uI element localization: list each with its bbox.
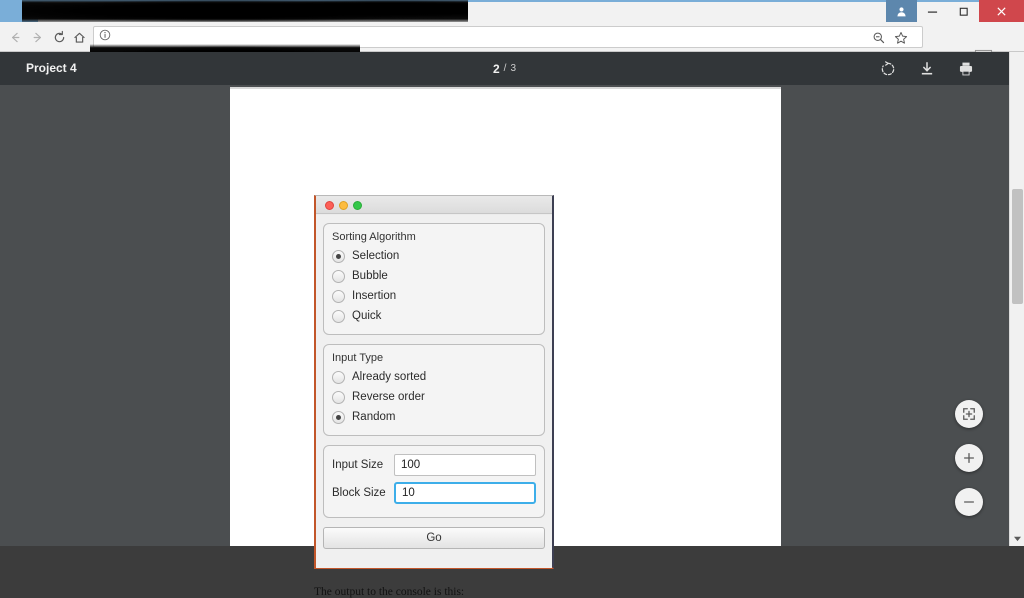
radio-label: Reverse order (352, 391, 425, 403)
radio-dot-icon (332, 390, 345, 404)
fit-to-page-icon[interactable] (955, 400, 983, 428)
forward-arrow-icon[interactable] (28, 28, 46, 46)
radio-option-insertion[interactable]: Insertion (332, 286, 536, 306)
radio-option-bubble[interactable]: Bubble (332, 266, 536, 286)
zoom-out-button[interactable] (955, 488, 983, 516)
pdf-page-separator: / (503, 63, 507, 74)
pdf-page: Sorting Algorithm Selection Bubble Inser… (230, 87, 781, 598)
radio-dot-icon (332, 309, 345, 323)
minimize-traffic-light[interactable] (339, 201, 348, 210)
sorting-algorithm-label: Sorting Algorithm (332, 231, 416, 243)
pdf-zoom-controls (955, 400, 983, 516)
star-icon[interactable] (894, 31, 908, 50)
input-size-field[interactable]: 100 (394, 454, 536, 476)
radio-option-quick[interactable]: Quick (332, 306, 536, 326)
maximize-button[interactable] (948, 0, 979, 22)
input-type-group: Input Type Already sorted Reverse order … (323, 344, 545, 436)
input-type-label: Input Type (332, 352, 384, 364)
radio-dot-icon (332, 289, 345, 303)
window-controls (886, 0, 1024, 22)
radio-label: Insertion (352, 290, 397, 302)
radio-dot-icon (332, 249, 345, 263)
pdf-toolbar: Project 4 2 / 3 (0, 52, 1009, 85)
pdf-toolbar-actions (879, 52, 975, 85)
radio-label: Selection (352, 250, 400, 262)
close-traffic-light[interactable] (325, 201, 334, 210)
browser-tab-title (66, 4, 396, 19)
block-size-row: Block Size 10 (332, 481, 536, 505)
rotate-icon[interactable] (879, 60, 897, 78)
pdf-body-text: The output to the console is this: (314, 586, 465, 598)
block-size-field[interactable]: 10 (394, 482, 536, 504)
pdf-page-current: 2 (492, 61, 500, 76)
browser-toolbar (0, 22, 1024, 68)
browser-window: ★ Project 4 2 / 3 Sorting Algorithm Sele… (0, 0, 1024, 598)
address-bar[interactable] (93, 26, 923, 48)
block-size-label: Block Size (332, 487, 386, 499)
radio-label: Random (352, 411, 396, 423)
radio-option-random[interactable]: Random (332, 407, 536, 427)
radio-dot-icon (332, 269, 345, 283)
input-size-row: Input Size 100 (332, 453, 536, 477)
zoom-out-icon[interactable] (872, 31, 886, 50)
radio-option-selection[interactable]: Selection (332, 246, 536, 266)
radio-option-already-sorted[interactable]: Already sorted (332, 367, 536, 387)
bookmark-icon: ★ (48, 5, 59, 19)
size-fields-group: Input Size 100 Block Size 10 (323, 445, 545, 518)
radio-dot-icon (332, 410, 345, 424)
app-body: Sorting Algorithm Selection Bubble Inser… (316, 215, 552, 568)
pdf-page-total: 3 (510, 63, 517, 74)
maximize-traffic-light[interactable] (353, 201, 362, 210)
radio-label: Bubble (352, 270, 388, 282)
radio-label: Already sorted (352, 371, 427, 383)
browser-tab-strip: ★ (0, 0, 1024, 24)
radio-option-reverse-order[interactable]: Reverse order (332, 387, 536, 407)
page-scrollbar[interactable] (1009, 52, 1024, 546)
app-titlebar (316, 196, 552, 214)
radio-dot-icon (332, 370, 345, 384)
print-icon[interactable] (957, 60, 975, 78)
embedded-app-screenshot: Sorting Algorithm Selection Bubble Inser… (314, 195, 554, 569)
home-icon[interactable] (70, 28, 88, 46)
profile-icon[interactable] (886, 0, 917, 22)
sorting-algorithm-group: Sorting Algorithm Selection Bubble Inser… (323, 223, 545, 335)
scrollbar-down-arrow-icon[interactable] (1010, 532, 1024, 544)
radio-label: Quick (352, 310, 382, 322)
pdf-viewer: Project 4 2 / 3 Sorting Algorithm Select… (0, 52, 1009, 598)
scrollbar-thumb[interactable] (1012, 189, 1023, 304)
back-arrow-icon[interactable] (6, 28, 24, 46)
info-icon[interactable] (99, 28, 111, 46)
input-size-label: Input Size (332, 459, 384, 471)
zoom-in-button[interactable] (955, 444, 983, 472)
download-icon[interactable] (918, 60, 936, 78)
pdf-page-indicator[interactable]: 2 / 3 (0, 52, 1009, 85)
close-button[interactable] (979, 0, 1024, 22)
minimize-button[interactable] (917, 0, 948, 22)
reload-icon[interactable] (50, 28, 68, 46)
